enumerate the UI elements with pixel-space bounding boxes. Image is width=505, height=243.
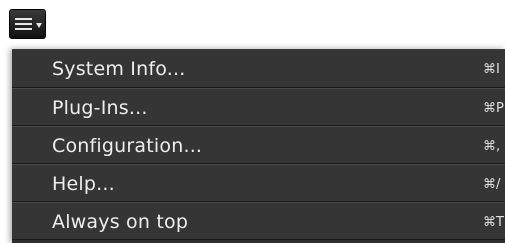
menu-item-always-on-top[interactable]: Always on top ⌘T xyxy=(12,202,505,240)
menu-item-system-info[interactable]: System Info... ⌘I xyxy=(12,49,505,88)
caret-down-icon xyxy=(36,23,42,28)
dropdown-menu: System Info... ⌘I Plug-Ins... ⌘P Configu… xyxy=(12,49,505,243)
menu-item-help[interactable]: Help... ⌘/ xyxy=(12,164,505,202)
menu-item-plug-ins[interactable]: Plug-Ins... ⌘P xyxy=(12,88,505,126)
menu-item-shortcut: ⌘, xyxy=(483,139,501,154)
menu-item-label: Always on top xyxy=(52,211,189,233)
menu-item-label: System Info... xyxy=(52,58,186,80)
menu-item-label: Plug-Ins... xyxy=(52,97,148,119)
menu-item-label: Help... xyxy=(52,173,115,195)
menu-item-shortcut: ⌘I xyxy=(483,62,500,77)
menu-item-shortcut: ⌘P xyxy=(483,101,504,116)
toolbar xyxy=(0,0,505,45)
menu-item-shortcut: ⌘T xyxy=(483,215,504,230)
menu-item-configuration[interactable]: Configuration... ⌘, xyxy=(12,126,505,164)
hamburger-menu-icon xyxy=(15,17,32,31)
main-menu-button[interactable] xyxy=(9,9,46,39)
menu-item-shortcut: ⌘/ xyxy=(483,177,501,192)
menu-item-label: Configuration... xyxy=(52,135,203,157)
